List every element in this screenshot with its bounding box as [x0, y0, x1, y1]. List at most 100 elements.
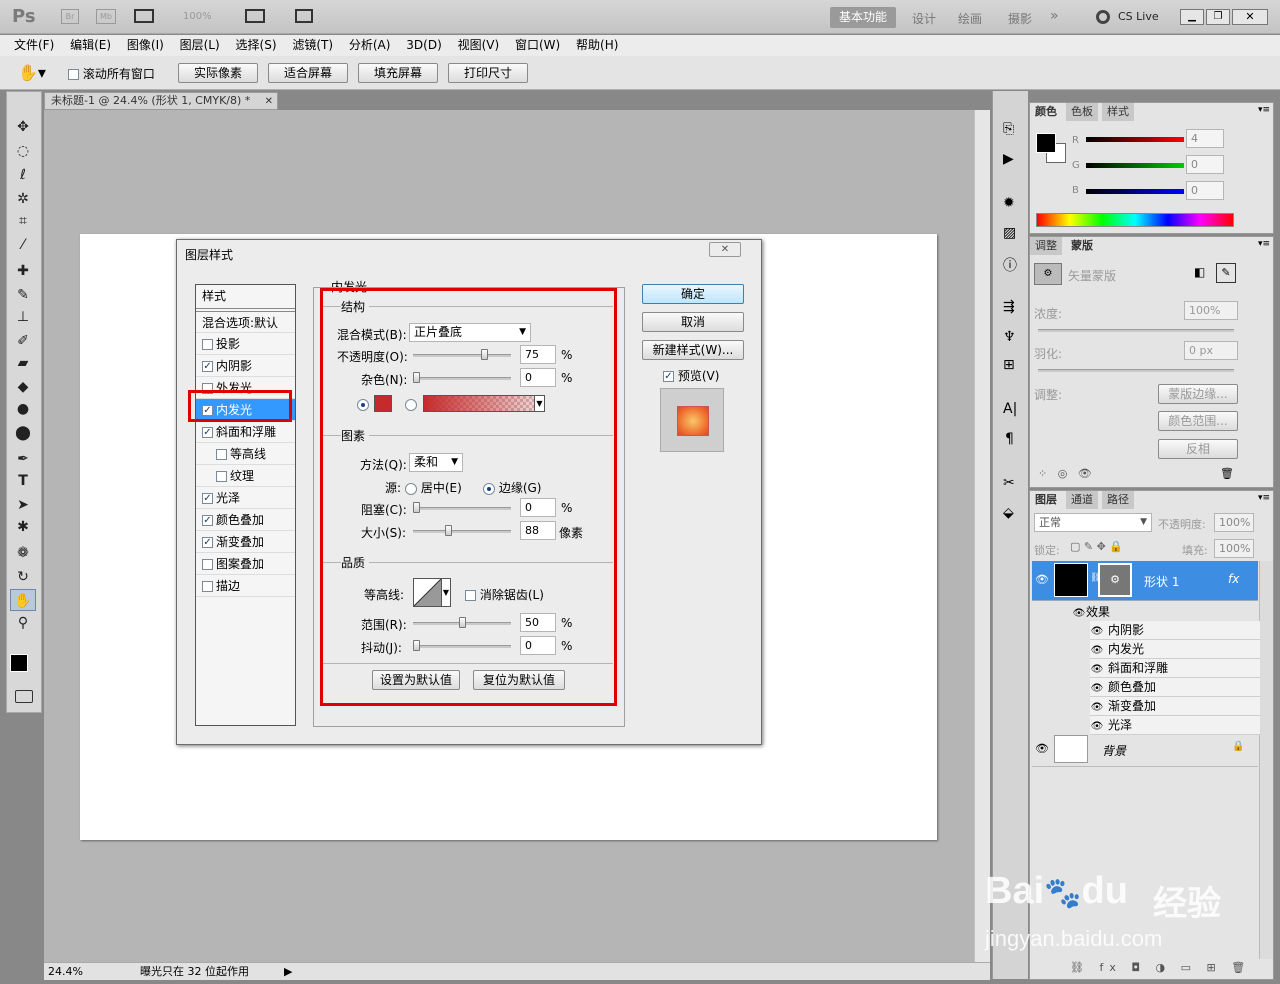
- add-vector-mask-icon[interactable]: ✎: [1216, 263, 1236, 283]
- quick-mask-icon[interactable]: [15, 690, 33, 703]
- menu-analysis[interactable]: 分析(A): [343, 35, 397, 55]
- effect-row[interactable]: 👁 光泽: [1090, 716, 1260, 735]
- status-info[interactable]: 曝光只在 32 位起作用: [140, 963, 249, 980]
- b-input[interactable]: 0: [1186, 181, 1224, 200]
- vertical-scrollbar[interactable]: [974, 110, 990, 962]
- fill-input[interactable]: 100%: [1214, 539, 1254, 558]
- history-icon[interactable]: ⎘: [1003, 121, 1014, 137]
- tab-masks[interactable]: 蒙版: [1066, 237, 1098, 255]
- visibility-eye-icon[interactable]: 👁: [1035, 573, 1049, 586]
- workspace-active[interactable]: 基本功能: [830, 7, 896, 28]
- style-item[interactable]: 描边: [196, 575, 295, 597]
- ok-button[interactable]: 确定: [642, 284, 744, 304]
- style-checkbox[interactable]: ✓: [202, 361, 213, 372]
- preview-checkbox[interactable]: ✓: [663, 371, 674, 382]
- effect-eye-icon[interactable]: 👁: [1090, 622, 1104, 641]
- restore-button[interactable]: ❐: [1206, 9, 1230, 25]
- menu-image[interactable]: 图像(I): [121, 35, 170, 55]
- zoom-tool-icon[interactable]: ⚲: [10, 612, 36, 634]
- style-item[interactable]: 等高线: [196, 443, 295, 465]
- eraser-tool-icon[interactable]: ▰: [10, 352, 36, 374]
- fit-screen-button[interactable]: 适合屏幕: [268, 63, 348, 83]
- actual-pixels-button[interactable]: 实际像素: [178, 63, 258, 83]
- workspace-paint[interactable]: 绘画: [958, 10, 982, 27]
- style-checkbox[interactable]: ✓: [202, 427, 213, 438]
- workspace-design[interactable]: 设计: [912, 10, 936, 27]
- crop-tool-icon[interactable]: ⌗: [10, 210, 36, 232]
- add-pixel-mask-icon[interactable]: ◧: [1194, 265, 1205, 279]
- style-checkbox[interactable]: [202, 339, 213, 350]
- menu-help[interactable]: 帮助(H): [570, 35, 624, 55]
- tab-color[interactable]: 颜色: [1030, 103, 1062, 121]
- menu-3d[interactable]: 3D(D): [400, 35, 447, 55]
- layer-name-background[interactable]: 背景: [1102, 742, 1126, 759]
- menu-view[interactable]: 视图(V): [452, 35, 506, 55]
- character-icon[interactable]: A|: [1003, 401, 1017, 417]
- fx-icon[interactable]: fx: [1228, 572, 1239, 586]
- style-checkbox[interactable]: [216, 471, 227, 482]
- 3d-icon[interactable]: ✂: [1003, 475, 1015, 491]
- brush-presets-icon[interactable]: ⇶: [1003, 299, 1015, 315]
- layer-row-background[interactable]: 👁 背景 🔒: [1032, 733, 1258, 767]
- tab-layers[interactable]: 图层: [1030, 491, 1062, 509]
- arrange-icon[interactable]: [245, 9, 265, 23]
- minibridge-icon[interactable]: Mb: [96, 9, 116, 24]
- density-input[interactable]: 100%: [1184, 301, 1238, 320]
- paragraph-icon[interactable]: ¶: [1005, 431, 1014, 447]
- stamp-tool-icon[interactable]: ⊥: [10, 306, 36, 328]
- effects-eye-icon[interactable]: 👁: [1072, 608, 1086, 619]
- effect-row[interactable]: 👁 渐变叠加: [1090, 697, 1260, 716]
- status-zoom[interactable]: 24.4%: [48, 963, 83, 980]
- style-item[interactable]: ✓ 渐变叠加: [196, 531, 295, 553]
- more-workspaces-icon[interactable]: »: [1050, 8, 1059, 24]
- paint-bucket-icon[interactable]: ◆: [10, 376, 36, 398]
- scroll-all-checkbox[interactable]: [68, 69, 79, 80]
- new-style-button[interactable]: 新建样式(W)...: [642, 340, 744, 360]
- layer-opacity-input[interactable]: 100%: [1214, 513, 1254, 532]
- lock-icons[interactable]: ▢ ✎ ✥ 🔒: [1070, 540, 1123, 553]
- effect-row[interactable]: 👁 内发光: [1090, 640, 1260, 659]
- blend-mode-dropdown[interactable]: 正常 ▼: [1034, 513, 1152, 532]
- lasso-tool-icon[interactable]: ℓ: [10, 164, 36, 186]
- g-input[interactable]: 0: [1186, 155, 1224, 174]
- tab-adjustments[interactable]: 调整: [1030, 237, 1062, 255]
- bridge-icon[interactable]: Br: [61, 9, 79, 24]
- paths-dock-icon[interactable]: ⬙: [1003, 505, 1014, 521]
- effect-row[interactable]: 👁 斜面和浮雕: [1090, 659, 1260, 678]
- effects-row[interactable]: 👁效果: [1072, 603, 1110, 620]
- histogram-icon[interactable]: ▨: [1003, 225, 1016, 241]
- layer-row-shape[interactable]: 👁 ⛓ ⚙ 形状 1 fx: [1032, 561, 1258, 601]
- dialog-close-button[interactable]: ✕: [709, 242, 741, 257]
- info-icon[interactable]: ⓘ: [1003, 255, 1017, 275]
- eyedropper-icon[interactable]: ⁄: [10, 234, 36, 256]
- tab-paths[interactable]: 路径: [1102, 491, 1134, 509]
- effect-eye-icon[interactable]: 👁: [1090, 641, 1104, 660]
- actions-icon[interactable]: ▶: [1003, 151, 1014, 167]
- workspace-photo[interactable]: 摄影: [1008, 10, 1032, 27]
- style-item[interactable]: ✓ 斜面和浮雕: [196, 421, 295, 443]
- cslive-button[interactable]: CS Live: [1118, 10, 1159, 23]
- menu-window[interactable]: 窗口(W): [509, 35, 566, 55]
- background-eye-icon[interactable]: 👁: [1035, 742, 1049, 755]
- trash-icon[interactable]: 🗑: [1220, 467, 1234, 480]
- menu-select[interactable]: 选择(S): [230, 35, 283, 55]
- cancel-button[interactable]: 取消: [642, 312, 744, 332]
- navigator-icon[interactable]: ✹: [1003, 195, 1015, 211]
- style-checkbox[interactable]: ✓: [202, 493, 213, 504]
- style-item[interactable]: 纹理: [196, 465, 295, 487]
- feather-input[interactable]: 0 px: [1184, 341, 1238, 360]
- foreground-color-swatch[interactable]: [10, 654, 28, 672]
- screen-mode-icon[interactable]: [295, 9, 313, 23]
- view-extras-icon[interactable]: [134, 9, 154, 23]
- menu-layer[interactable]: 图层(L): [174, 35, 226, 55]
- fg-color-swatch[interactable]: [1036, 133, 1056, 153]
- menu-filter[interactable]: 滤镜(T): [286, 35, 339, 55]
- tab-channels[interactable]: 通道: [1066, 491, 1098, 509]
- style-checkbox[interactable]: [216, 449, 227, 460]
- panel-menu-icon[interactable]: ▾≡: [1258, 239, 1270, 249]
- tab-swatches[interactable]: 色板: [1066, 103, 1098, 121]
- quick-select-icon[interactable]: ✲: [10, 188, 36, 210]
- history-brush-icon[interactable]: ✐: [10, 330, 36, 352]
- effect-row[interactable]: 👁 内阴影: [1090, 621, 1260, 640]
- type-tool-icon[interactable]: T: [10, 470, 36, 492]
